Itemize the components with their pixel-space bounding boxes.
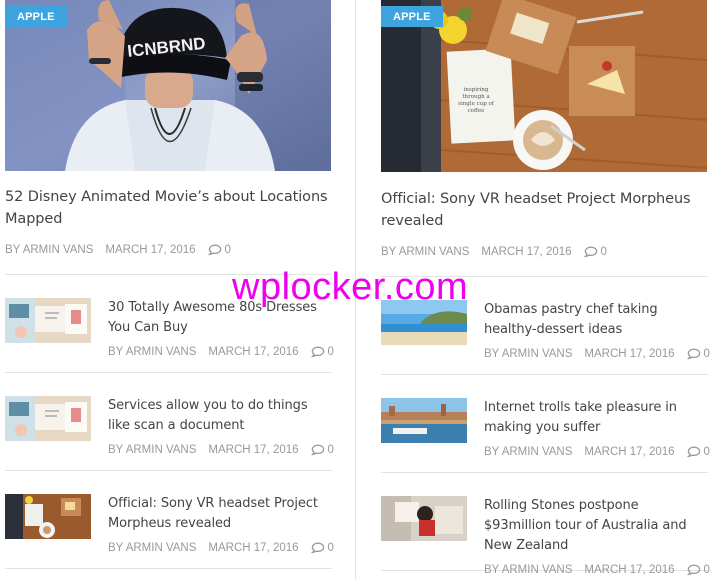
comment-count-value: 0 — [703, 348, 710, 360]
comment-count-value: 0 — [703, 564, 710, 576]
post-author[interactable]: BY ARMIN VANS — [484, 348, 572, 360]
post-author[interactable]: BY ARMIN VANS — [5, 244, 93, 256]
list-item-title[interactable]: Services allow you to do things like sca… — [108, 396, 332, 436]
post-meta: BY ARMIN VANS MARCH 17, 2016 0 — [484, 348, 710, 360]
comment-icon — [208, 244, 222, 256]
post-author[interactable]: BY ARMIN VANS — [108, 346, 196, 358]
comment-icon — [311, 542, 325, 554]
comment-count[interactable]: 0 — [584, 246, 607, 258]
left-column: ICNBRND APPLE 52 Disney Animated Movie’s… — [5, 0, 334, 569]
list-item[interactable]: Services allow you to do things like sca… — [5, 373, 334, 471]
post-date[interactable]: MARCH 17, 2016 — [584, 348, 674, 360]
comment-count-value: 0 — [600, 246, 607, 258]
list-item-title[interactable]: 30 Totally Awesome 80s Dresses You Can B… — [108, 298, 332, 338]
comment-icon — [311, 346, 325, 358]
post-meta: BY ARMIN VANS MARCH 17, 2016 0 — [5, 244, 332, 275]
comment-count[interactable]: 0 — [687, 564, 710, 576]
post-date[interactable]: MARCH 17, 2016 — [481, 246, 571, 258]
list-item[interactable]: Obamas pastry chef taking healthy-desser… — [381, 277, 710, 375]
post-author[interactable]: BY ARMIN VANS — [108, 444, 196, 456]
girl-reading-photo[interactable] — [381, 496, 467, 541]
desk-flatlay-photo[interactable] — [5, 396, 91, 441]
post-date[interactable]: MARCH 17, 2016 — [208, 542, 298, 554]
post-meta: BY ARMIN VANS MARCH 17, 2016 0 — [484, 564, 710, 576]
list-item[interactable]: Rolling Stones postpone $93million tour … — [381, 473, 710, 576]
post-date[interactable]: MARCH 17, 2016 — [208, 444, 298, 456]
post-meta: BY ARMIN VANS MARCH 17, 2016 0 — [381, 246, 708, 277]
coffee-table-photo[interactable] — [5, 494, 91, 539]
comment-icon — [687, 564, 701, 576]
list-item[interactable]: Internet trolls take pleasure in making … — [381, 375, 710, 473]
post-meta: BY ARMIN VANS MARCH 17, 2016 0 — [108, 542, 334, 554]
comment-count[interactable]: 0 — [311, 346, 334, 358]
featured-post-title[interactable]: 52 Disney Animated Movie’s about Locatio… — [5, 186, 332, 230]
beach-photo[interactable] — [381, 300, 467, 345]
cap-man-photo[interactable]: ICNBRND APPLE — [5, 0, 331, 171]
post-date[interactable]: MARCH 17, 2016 — [105, 244, 195, 256]
coffee-table-photo[interactable]: APPLE inspiring through a single cup of … — [381, 0, 707, 172]
comment-count[interactable]: 0 — [311, 444, 334, 456]
post-meta: BY ARMIN VANS MARCH 17, 2016 0 — [108, 444, 334, 456]
desk-flatlay-photo[interactable] — [5, 298, 91, 343]
comment-count[interactable]: 0 — [687, 348, 710, 360]
featured-post-left[interactable]: ICNBRND APPLE 52 Disney Animated Movie’s… — [5, 0, 332, 275]
comment-count-value: 0 — [327, 346, 334, 358]
category-badge[interactable]: APPLE — [5, 6, 67, 27]
comment-icon — [311, 444, 325, 456]
list-item-title[interactable]: Obamas pastry chef taking healthy-desser… — [484, 300, 708, 340]
comment-count[interactable]: 0 — [687, 446, 710, 458]
list-item[interactable]: Official: Sony VR headset Project Morphe… — [5, 471, 334, 569]
column-divider — [355, 0, 356, 580]
post-author[interactable]: BY ARMIN VANS — [108, 542, 196, 554]
comment-count-value: 0 — [327, 444, 334, 456]
comment-count-value: 0 — [703, 446, 710, 458]
comment-icon — [687, 348, 701, 360]
list-item-title[interactable]: Internet trolls take pleasure in making … — [484, 398, 708, 438]
post-date[interactable]: MARCH 17, 2016 — [208, 346, 298, 358]
city-river-photo[interactable] — [381, 398, 467, 443]
comment-count[interactable]: 0 — [311, 542, 334, 554]
comment-count-value: 0 — [224, 244, 231, 256]
list-item-title[interactable]: Rolling Stones postpone $93million tour … — [484, 496, 708, 556]
featured-post-title[interactable]: Official: Sony VR headset Project Morphe… — [381, 188, 708, 232]
right-column: APPLE inspiring through a single cup of … — [381, 0, 710, 576]
comment-icon — [584, 246, 598, 258]
post-date[interactable]: MARCH 17, 2016 — [584, 564, 674, 576]
post-author[interactable]: BY ARMIN VANS — [484, 446, 572, 458]
post-author[interactable]: BY ARMIN VANS — [484, 564, 572, 576]
post-meta: BY ARMIN VANS MARCH 17, 2016 0 — [484, 446, 710, 458]
comment-icon — [687, 446, 701, 458]
list-item-title[interactable]: Official: Sony VR headset Project Morphe… — [108, 494, 332, 534]
list-item[interactable]: 30 Totally Awesome 80s Dresses You Can B… — [5, 275, 334, 373]
comment-count-value: 0 — [327, 542, 334, 554]
post-meta: BY ARMIN VANS MARCH 17, 2016 0 — [108, 346, 334, 358]
comment-count[interactable]: 0 — [208, 244, 231, 256]
post-date[interactable]: MARCH 17, 2016 — [584, 446, 674, 458]
post-author[interactable]: BY ARMIN VANS — [381, 246, 469, 258]
featured-post-right[interactable]: APPLE inspiring through a single cup of … — [381, 0, 708, 277]
